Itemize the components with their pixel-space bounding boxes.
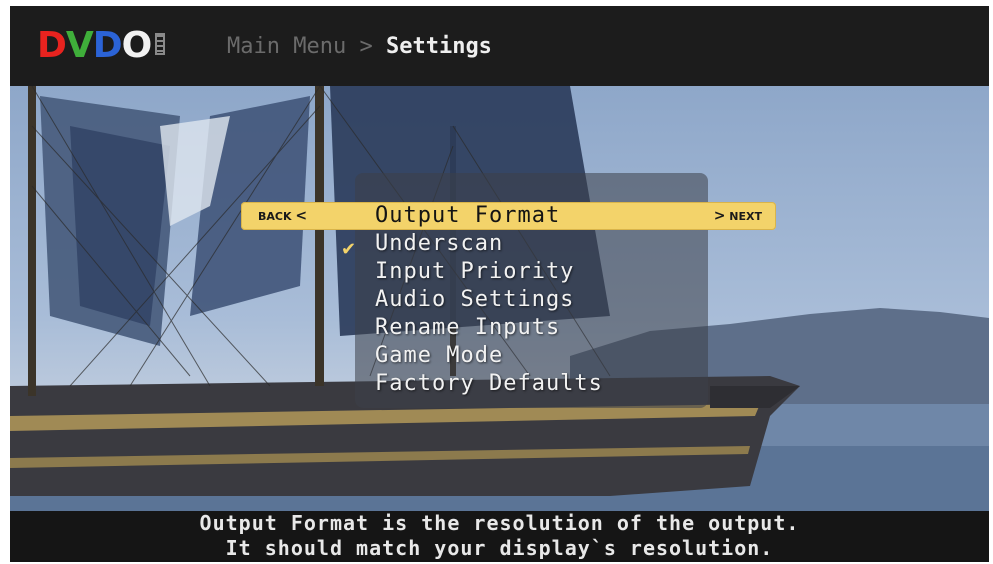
breadcrumb-separator: > xyxy=(346,34,386,59)
menu-item-underscan[interactable]: Underscan xyxy=(375,230,603,258)
checkmark-icon: ✔ xyxy=(341,239,357,260)
menu-item-output-format[interactable]: Output Format xyxy=(375,202,603,230)
header-bar: DVDO Main Menu > Settings xyxy=(10,6,989,86)
menu-item-game-mode[interactable]: Game Mode xyxy=(375,342,603,370)
settings-menu-list: Output Format Underscan Input Priority A… xyxy=(375,202,603,398)
logo-letter-v: V xyxy=(65,25,94,66)
next-label: NEXT xyxy=(729,210,762,223)
menu-item-audio-settings[interactable]: Audio Settings xyxy=(375,286,603,314)
help-text-line-1: Output Format is the resolution of the o… xyxy=(199,511,800,535)
menu-item-factory-defaults[interactable]: Factory Defaults xyxy=(375,370,603,398)
breadcrumb-current: Settings xyxy=(385,34,492,59)
logo-letter-d2: D xyxy=(92,25,123,66)
osd-screen: DVDO Main Menu > Settings BACK < > NEXT … xyxy=(10,6,989,562)
breadcrumb: Main Menu > Settings xyxy=(227,32,492,62)
chevron-left-icon: < xyxy=(295,208,308,224)
next-button[interactable]: > NEXT xyxy=(714,202,762,230)
help-text-line-2: It should match your display`s resolutio… xyxy=(225,536,774,560)
back-label: BACK xyxy=(258,210,292,223)
logo-letter-d1: D xyxy=(37,25,67,66)
menu-item-rename-inputs[interactable]: Rename Inputs xyxy=(375,314,603,342)
logo-mark-icon xyxy=(155,33,166,55)
chevron-right-icon: > xyxy=(713,208,726,224)
breadcrumb-main-menu[interactable]: Main Menu xyxy=(227,34,346,59)
logo-letter-o: O xyxy=(121,25,153,66)
menu-item-input-priority[interactable]: Input Priority xyxy=(375,258,603,286)
back-button[interactable]: BACK < xyxy=(258,202,307,230)
dvdo-logo: DVDO xyxy=(37,25,166,66)
help-text-bar: Output Format is the resolution of the o… xyxy=(10,511,989,562)
